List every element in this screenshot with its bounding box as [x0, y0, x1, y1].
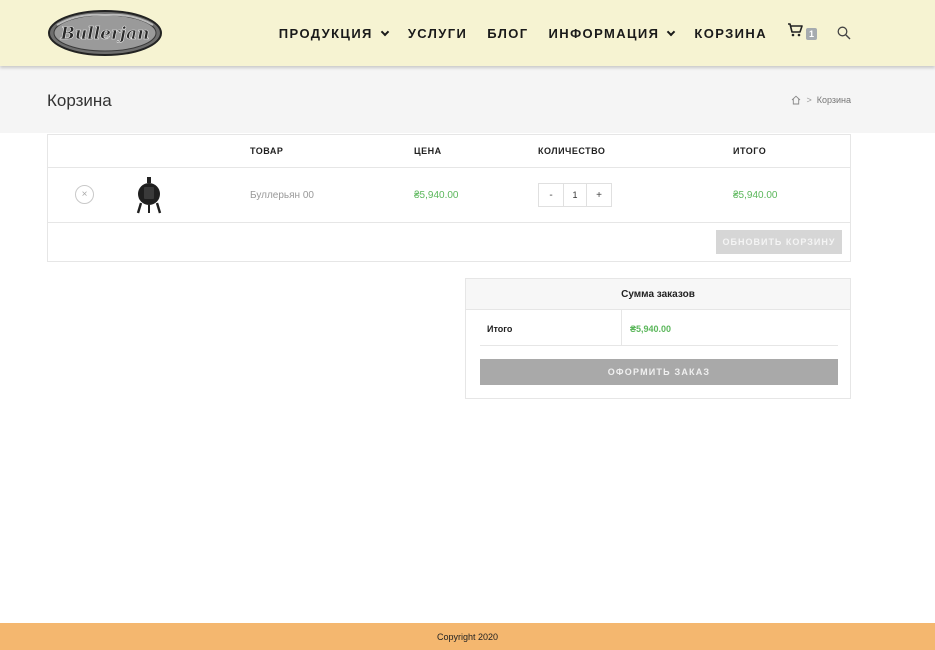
breadcrumb-current: Корзина: [816, 95, 851, 105]
quantity-input[interactable]: 1: [563, 184, 587, 206]
divider: [621, 310, 622, 345]
column-header-subtotal: ИТОГО: [733, 146, 767, 156]
nav-item-label: БЛОГ: [487, 25, 529, 41]
nav-item-services[interactable]: УСЛУГИ: [408, 26, 467, 41]
update-cart-button[interactable]: ОБНОВИТЬ КОРЗИНУ: [716, 230, 842, 254]
quantity-minus-button[interactable]: -: [539, 184, 563, 206]
quantity-stepper: - 1 +: [538, 183, 612, 207]
copyright-text: Copyright 2020: [436, 631, 499, 642]
order-total-label: Итого: [487, 324, 513, 334]
nav-item-label: ИНФОРМАЦИЯ: [548, 25, 660, 41]
order-total-row: Итого ₴5,940.00: [480, 310, 838, 346]
cart-table: ТОВАР ЦЕНА КОЛИЧЕСТВО ИТОГО × Буллерьян …: [47, 134, 851, 262]
nav-item-label: КОРЗИНА: [694, 25, 767, 41]
cart-totals-title: Сумма заказов: [466, 279, 850, 310]
column-header-price: ЦЕНА: [414, 146, 442, 156]
breadcrumb-separator: >: [806, 95, 812, 105]
nav-item-label: ПРОДУКЦИЯ: [278, 25, 373, 41]
nav-item-cart[interactable]: КОРЗИНА: [694, 26, 767, 41]
product-name-link[interactable]: Буллерьян 00: [250, 190, 314, 201]
site-logo[interactable]: Bullerjan: [47, 7, 164, 58]
main-nav: ПРОДУКЦИЯ УСЛУГИ БЛОГ ИНФОРМАЦИЯ КОРЗИНА…: [279, 0, 935, 66]
column-header-quantity: КОЛИЧЕСТВО: [538, 146, 606, 156]
cart-table-header: ТОВАР ЦЕНА КОЛИЧЕСТВО ИТОГО: [48, 135, 850, 168]
product-price: ₴5,940.00: [414, 190, 459, 201]
cart-count-badge: 1: [806, 28, 818, 40]
home-icon[interactable]: [791, 95, 801, 105]
nav-item-label: УСЛУГИ: [407, 25, 468, 41]
chevron-down-icon: [667, 27, 676, 36]
page-title: Корзина: [47, 91, 112, 110]
quantity-plus-button[interactable]: +: [587, 184, 611, 206]
page-header: Корзина > Корзина: [0, 66, 935, 133]
column-header-product: ТОВАР: [250, 146, 284, 156]
site-footer: Copyright 2020: [0, 623, 935, 650]
nav-item-blog[interactable]: БЛОГ: [487, 26, 528, 41]
table-row: × Буллерьян 00 ₴5,940.00 - 1 + ₴5,940.00: [48, 168, 850, 223]
remove-item-button[interactable]: ×: [75, 185, 94, 204]
nav-item-products[interactable]: ПРОДУКЦИЯ: [278, 25, 390, 41]
checkout-button[interactable]: ОФОРМИТЬ ЗАКАЗ: [480, 359, 838, 385]
site-header: Bullerjan ПРОДУКЦИЯ УСЛУГИ БЛОГ ИНФОРМАЦ…: [0, 0, 935, 66]
nav-item-information[interactable]: ИНФОРМАЦИЯ: [548, 25, 676, 41]
header-cart-button[interactable]: 1: [787, 23, 819, 43]
product-thumbnail[interactable]: [134, 177, 164, 215]
cart-totals: Сумма заказов Итого ₴5,940.00 ОФОРМИТЬ З…: [465, 278, 851, 399]
order-total-value: ₴5,940.00: [630, 324, 672, 334]
logo-text: Bullerjan: [60, 24, 150, 44]
header-search-button[interactable]: [837, 26, 851, 40]
product-subtotal: ₴5,940.00: [733, 190, 778, 201]
search-icon: [837, 26, 851, 40]
breadcrumb: > Корзина: [791, 95, 851, 105]
cart-icon: [788, 23, 803, 37]
chevron-down-icon: [380, 27, 390, 36]
